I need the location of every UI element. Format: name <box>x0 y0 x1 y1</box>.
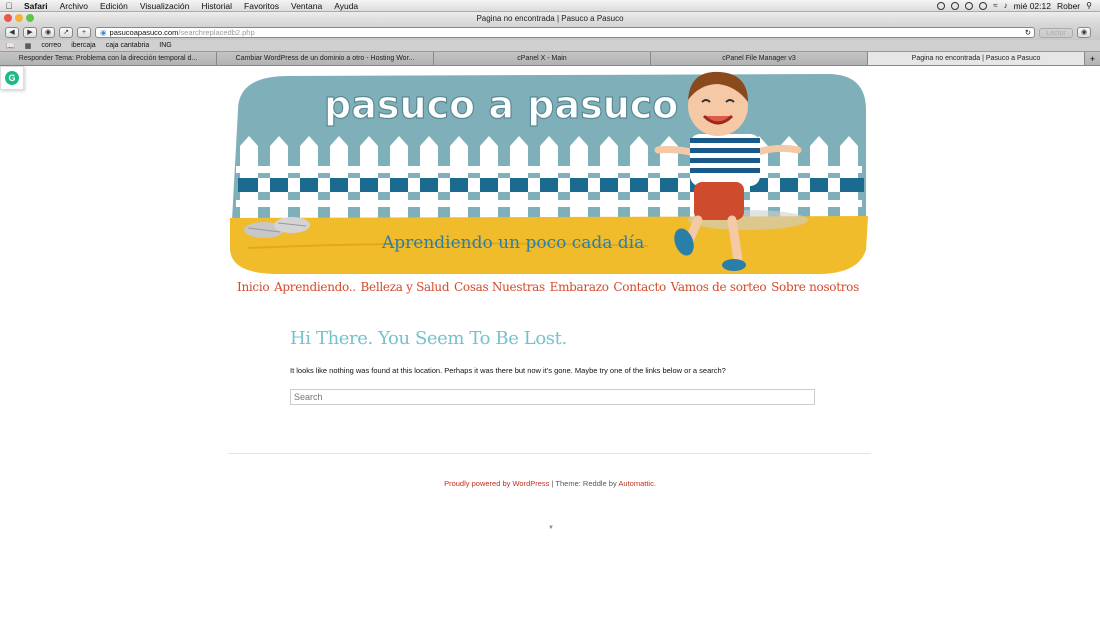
tab-pagina-no-encontrada[interactable]: Pagina no encontrada | Pasuco a Pasuco <box>868 52 1085 65</box>
share-button[interactable]: ↗ <box>59 27 73 38</box>
browser-toolbar: ◀ ▶ ◉ ↗ + ◉ pasucoapasuco.com/searchrepl… <box>0 25 1100 40</box>
reader-button[interactable]: Lector <box>1039 27 1073 38</box>
top-sites-button[interactable]: ◉ <box>41 27 55 38</box>
window-title-bar: Pagina no encontrada | Pasuco a Pasuco <box>0 12 1100 25</box>
window-title: Pagina no encontrada | Pasuco a Pasuco <box>476 14 624 23</box>
menu-favoritos[interactable]: Favoritos <box>238 1 285 11</box>
not-found-message: It looks like nothing was found at this … <box>290 366 726 375</box>
status-icon-1[interactable] <box>937 1 946 10</box>
footer-separator: | <box>551 479 554 488</box>
zoom-window-icon[interactable] <box>26 14 34 22</box>
grammarly-icon: G <box>5 71 19 85</box>
nav-embarazo[interactable]: Embarazo <box>550 280 609 300</box>
bookmark-item[interactable]: ING <box>159 42 171 49</box>
minimize-window-icon[interactable] <box>15 14 23 22</box>
downloads-button[interactable]: ◉ <box>1077 27 1091 38</box>
window-controls <box>4 14 34 22</box>
wifi-icon[interactable]: ≈ <box>993 1 997 10</box>
bookmark-item[interactable]: caja cantabria <box>106 42 150 49</box>
footer-divider <box>228 453 871 454</box>
address-bar[interactable]: ◉ pasucoapasuco.com/searchreplacedb2.php… <box>95 27 1035 38</box>
time-machine-icon[interactable] <box>979 1 988 10</box>
url-domain: pasucoapasuco.com <box>109 27 179 37</box>
bookmark-item[interactable]: correo <box>41 42 61 49</box>
bookmarks-bar: 📖 ▦ correo ibercaja caja cantabria ING <box>0 40 1100 52</box>
nav-contacto[interactable]: Contacto <box>613 280 666 300</box>
site-footer: Proudly powered by WordPress | Theme: Re… <box>0 479 1100 488</box>
status-icon-2[interactable] <box>951 1 960 10</box>
menu-ayuda[interactable]: Ayuda <box>328 1 364 11</box>
close-window-icon[interactable] <box>4 14 12 22</box>
add-tab-button[interactable]: + <box>1085 52 1100 65</box>
main-content: Hi There. You Seem To Be Lost. It looks … <box>290 328 815 405</box>
nav-belleza-y-salud[interactable]: Belleza y Salud <box>361 280 450 300</box>
apple-icon[interactable]:  <box>0 1 18 11</box>
bookmark-item[interactable]: ibercaja <box>71 42 96 49</box>
menu-visualizacion[interactable]: Visualización <box>134 1 195 11</box>
url-path: /searchreplacedb2.php <box>178 27 255 37</box>
extension-badge[interactable]: G <box>0 66 24 90</box>
menu-bar:  Safari Archivo Edición Visualización H… <box>0 0 1100 12</box>
tab-cpanel-main[interactable]: cPanel X - Main <box>434 52 651 65</box>
status-icon-3[interactable] <box>965 1 974 10</box>
nav-cosas-nuestras[interactable]: Cosas Nuestras <box>454 280 545 300</box>
menu-ventana[interactable]: Ventana <box>285 1 328 11</box>
back-button[interactable]: ◀ <box>5 27 19 38</box>
main-navigation: Inicio Aprendiendo.. Belleza y Salud Cos… <box>228 280 868 300</box>
menu-app-name[interactable]: Safari <box>18 1 54 11</box>
reading-list-icon[interactable]: 📖 <box>6 42 15 50</box>
user-name[interactable]: Rober <box>1057 1 1080 11</box>
spotlight-icon[interactable]: ⚲ <box>1086 1 1092 10</box>
globe-icon: ◉ <box>100 27 107 37</box>
web-page: pasuco a pasuco Aprendiendo un poco cada… <box>0 66 1100 619</box>
reload-icon[interactable]: ↻ <box>1025 28 1031 38</box>
top-sites-grid-icon[interactable]: ▦ <box>25 42 32 50</box>
clock[interactable]: mié 02:12 <box>1014 1 1051 11</box>
search-input[interactable] <box>290 389 815 405</box>
site-title[interactable]: pasuco a pasuco <box>323 82 679 127</box>
nav-inicio[interactable]: Inicio <box>237 280 270 300</box>
page-title: Hi There. You Seem To Be Lost. <box>290 328 567 349</box>
nav-sobre-nosotros[interactable]: Sobre nosotros <box>771 280 859 300</box>
site-tagline: Aprendiendo un poco cada día <box>381 233 644 253</box>
theme-credit: Theme: Reddle by <box>555 479 617 488</box>
tab-responder-tema[interactable]: Responder Tema: Problema con la direcció… <box>0 52 217 65</box>
author-link[interactable]: Automattic. <box>618 479 656 488</box>
powered-by-link[interactable]: Proudly powered by WordPress <box>444 479 549 488</box>
small-marker-icon: ▼ <box>548 525 554 531</box>
menu-archivo[interactable]: Archivo <box>54 1 94 11</box>
tab-cpanel-file-manager[interactable]: cPanel File Manager v3 <box>651 52 868 65</box>
site-header-banner[interactable]: pasuco a pasuco Aprendiendo un poco cada… <box>228 70 868 276</box>
nav-aprendiendo[interactable]: Aprendiendo.. <box>274 280 356 300</box>
forward-button[interactable]: ▶ <box>23 27 37 38</box>
tab-bar: Responder Tema: Problema con la direcció… <box>0 52 1100 66</box>
nav-vamos-de-sorteo[interactable]: Vamos de sorteo <box>671 280 767 300</box>
new-tab-button[interactable]: + <box>77 27 91 38</box>
menu-edicion[interactable]: Edición <box>94 1 134 11</box>
status-area: ≈ ♪ mié 02:12 Rober ⚲ <box>937 1 1100 11</box>
volume-icon[interactable]: ♪ <box>1004 1 1008 10</box>
menu-historial[interactable]: Historial <box>195 1 238 11</box>
tab-cambiar-wordpress[interactable]: Cambiar WordPress de un dominio a otro -… <box>217 52 434 65</box>
